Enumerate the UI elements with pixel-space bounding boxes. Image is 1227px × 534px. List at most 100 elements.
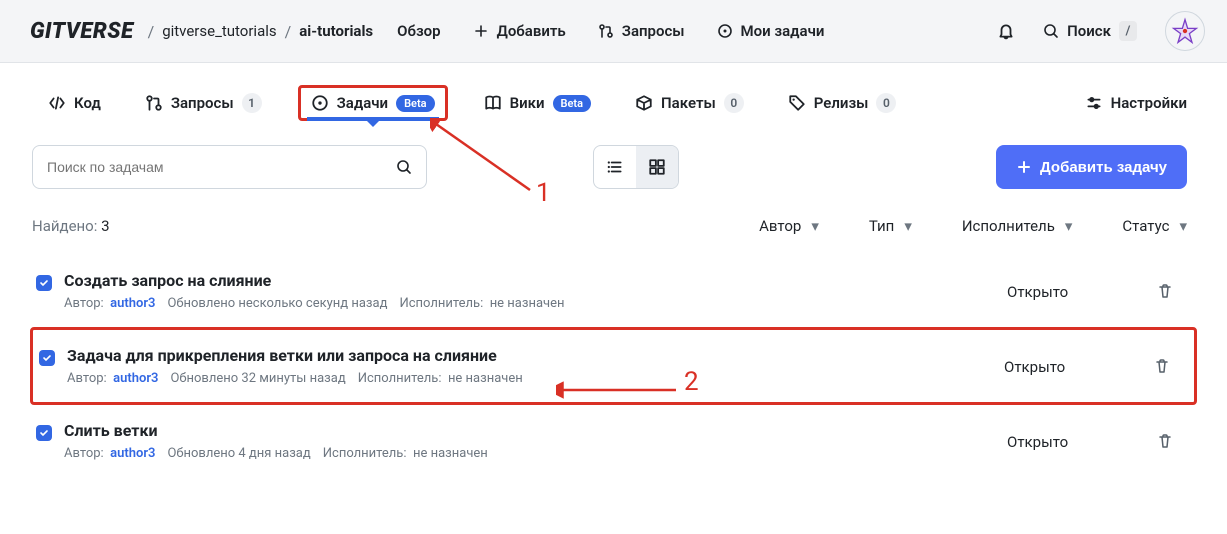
chevron-down-icon: ▾ <box>904 217 912 235</box>
tasks-toolbar: Добавить задачу <box>0 121 1227 189</box>
nav-my-tasks-label: Мои задачи <box>741 22 825 40</box>
task-title: Создать запрос на слияние <box>64 271 987 290</box>
task-row-highlight[interactable]: Задача для прикрепления ветки или запрос… <box>30 327 1197 405</box>
meta-assignee-value: не назначен <box>413 446 488 461</box>
view-toggle <box>593 145 679 189</box>
meta-author-value[interactable]: author3 <box>110 296 155 311</box>
tab-tasks-label: Задачи <box>337 94 388 112</box>
tab-wiki[interactable]: Вики Beta <box>476 88 599 118</box>
delete-task-button[interactable] <box>1154 346 1184 374</box>
pull-request-icon <box>145 94 163 112</box>
nav-requests[interactable]: Запросы <box>598 22 685 40</box>
tab-releases[interactable]: Релизы 0 <box>780 87 905 119</box>
tab-requests-count: 1 <box>242 93 262 113</box>
meta-author-key: Автор: <box>64 446 104 461</box>
tab-tasks-highlight: Задачи Beta <box>298 85 448 121</box>
task-title: Задача для прикрепления ветки или запрос… <box>67 346 984 365</box>
task-checkbox[interactable] <box>36 275 52 291</box>
bell-icon[interactable] <box>997 22 1015 40</box>
target-icon <box>311 94 329 112</box>
nav-overview-label: Обзор <box>397 22 440 40</box>
meta-updated-value: 32 минуты назад <box>241 371 345 386</box>
task-status: Открыто <box>1007 271 1157 301</box>
meta-updated-value: 4 дня назад <box>238 446 310 461</box>
meta-updated-key: Обновлено <box>170 371 238 386</box>
filter-type[interactable]: Тип ▾ <box>869 217 912 235</box>
search-icon <box>396 159 412 175</box>
plus-icon <box>473 23 489 39</box>
avatar[interactable] <box>1165 11 1205 51</box>
filters-row: Найдено: 3 Автор▾ Тип ▾ Исполнитель ▾ Стат… <box>0 189 1227 235</box>
add-task-button[interactable]: Добавить задачу <box>996 145 1187 189</box>
chevron-down-icon: ▾ <box>811 217 819 235</box>
filter-status-label: Статус <box>1122 217 1169 235</box>
meta-author-key: Автор: <box>64 296 104 311</box>
nav-add-label: Добавить <box>497 22 566 40</box>
nav-search-label: Поиск <box>1067 22 1111 40</box>
task-list: Создать запрос на слияние Автор: author3… <box>0 235 1227 497</box>
tab-wiki-badge: Beta <box>553 95 592 112</box>
nav-add[interactable]: Добавить <box>473 22 566 40</box>
meta-assignee-key: Исполнитель: <box>323 446 407 461</box>
breadcrumb-repo[interactable]: ai-tutorials <box>299 22 373 40</box>
tab-code[interactable]: Код <box>40 88 109 118</box>
tab-settings[interactable]: Настройки <box>1085 94 1187 112</box>
crumb-sep: / <box>285 22 292 41</box>
delete-task-button[interactable] <box>1157 271 1187 299</box>
task-status: Открыто <box>1004 346 1154 376</box>
meta-assignee-value: не назначен <box>448 371 523 386</box>
tab-requests-label: Запросы <box>171 94 234 112</box>
filter-assignee-label: Исполнитель <box>962 217 1055 235</box>
meta-updated-key: Обновлено <box>167 296 235 311</box>
search-input[interactable] <box>47 159 396 175</box>
tab-requests[interactable]: Запросы 1 <box>137 87 270 119</box>
nav-my-tasks[interactable]: Мои задачи <box>717 22 825 40</box>
delete-task-button[interactable] <box>1157 421 1187 449</box>
nav-search[interactable]: Поиск / <box>1043 21 1137 41</box>
task-title: Слить ветки <box>64 421 987 440</box>
task-checkbox[interactable] <box>36 425 52 441</box>
task-status: Открыто <box>1007 421 1157 451</box>
nav-overview[interactable]: Обзор <box>397 22 440 40</box>
tag-icon <box>788 94 806 112</box>
filter-status[interactable]: Статус ▾ <box>1122 217 1187 235</box>
nav-requests-label: Запросы <box>622 22 685 40</box>
chevron-down-icon: ▾ <box>1179 217 1187 235</box>
search-shortcut: / <box>1119 21 1137 41</box>
header-right: Поиск / <box>997 11 1205 51</box>
filter-type-label: Тип <box>869 217 894 235</box>
tab-tasks[interactable]: Задачи Beta <box>311 94 435 112</box>
meta-assignee-key: Исполнитель: <box>399 296 483 311</box>
add-task-label: Добавить задачу <box>1040 159 1167 176</box>
found-count: Найдено: 3 <box>32 217 110 235</box>
task-row[interactable]: Создать запрос на слияние Автор: author3… <box>30 255 1197 327</box>
filter-assignee[interactable]: Исполнитель ▾ <box>962 217 1073 235</box>
package-icon <box>635 94 653 112</box>
search-input-wrap[interactable] <box>32 145 427 189</box>
tab-packages-label: Пакеты <box>661 94 716 112</box>
chevron-down-icon: ▾ <box>1065 217 1073 235</box>
trash-icon <box>1157 433 1173 449</box>
meta-assignee-key: Исполнитель: <box>358 371 442 386</box>
found-number: 3 <box>101 217 109 235</box>
book-icon <box>484 94 502 112</box>
tab-packages[interactable]: Пакеты 0 <box>627 87 752 119</box>
filter-author[interactable]: Автор▾ <box>759 217 819 235</box>
meta-updated-value: несколько секунд назад <box>238 296 387 311</box>
tab-packages-count: 0 <box>724 93 744 113</box>
meta-author-value[interactable]: author3 <box>113 371 158 386</box>
search-icon <box>1043 23 1059 39</box>
tab-code-label: Код <box>74 94 101 112</box>
tab-tasks-badge: Beta <box>396 95 435 112</box>
tab-releases-label: Релизы <box>814 94 869 112</box>
task-row[interactable]: Слить ветки Автор: author3 Обновлено 4 д… <box>30 405 1197 477</box>
meta-author-value[interactable]: author3 <box>110 446 155 461</box>
view-board-button[interactable] <box>636 146 678 188</box>
task-checkbox[interactable] <box>39 350 55 366</box>
breadcrumb-org[interactable]: gitverse_tutorials <box>162 22 276 40</box>
logo[interactable]: GITVERSE <box>30 19 134 44</box>
tab-active-pointer <box>367 121 379 127</box>
app-header: GITVERSE / gitverse_tutorials / ai-tutor… <box>0 0 1227 63</box>
sliders-icon <box>1085 94 1103 112</box>
view-list-button[interactable] <box>594 146 636 188</box>
